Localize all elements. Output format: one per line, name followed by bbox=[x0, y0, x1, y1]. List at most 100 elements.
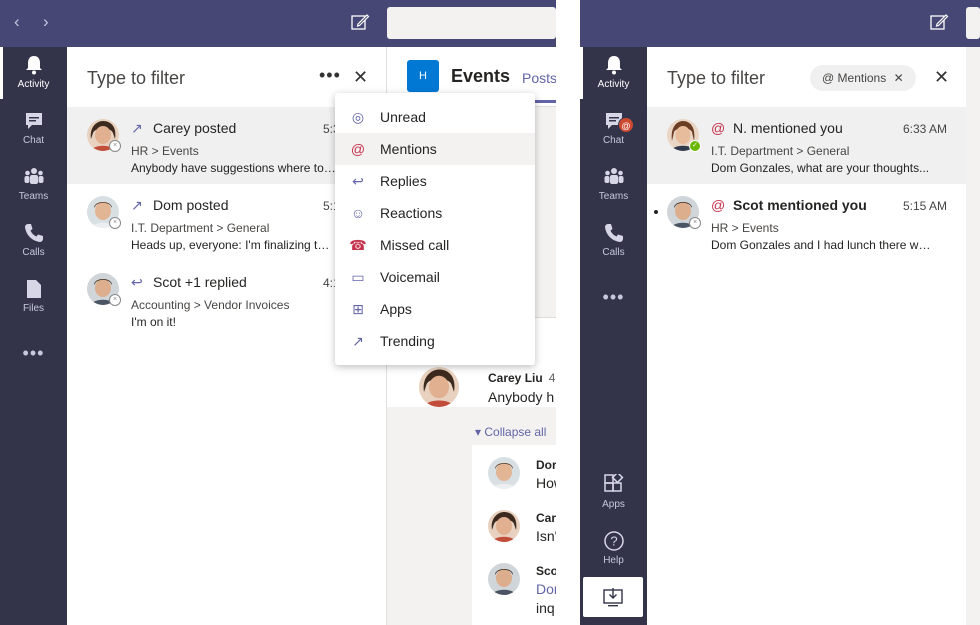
activity-item[interactable]: ✓ @ N. mentioned you 6:33 AM I.T. Departm… bbox=[647, 107, 980, 184]
activity-preview: Dom Gonzales and I had lunch there when.… bbox=[711, 238, 931, 252]
compose-icon[interactable] bbox=[929, 12, 949, 32]
activity-title: ↩ Scot +1 replied bbox=[131, 274, 247, 290]
activity-path: I.T. Department > General bbox=[711, 144, 850, 158]
rail-more-icon[interactable]: ••• bbox=[0, 343, 67, 364]
rail-calls-label: Calls bbox=[602, 247, 625, 258]
bell-icon bbox=[605, 56, 622, 75]
apps-icon bbox=[603, 474, 624, 492]
teams-icon bbox=[604, 168, 623, 184]
right-screenshot: Activity Chat Teams Calls ••• Apps ? Hel… bbox=[580, 0, 980, 625]
tab-posts[interactable]: Posts bbox=[522, 70, 556, 103]
more-options-icon[interactable]: ••• bbox=[319, 65, 341, 86]
phone-icon bbox=[24, 224, 43, 242]
avatar-dom bbox=[488, 457, 520, 489]
trending-icon: ↗ bbox=[131, 197, 143, 213]
presence-away-icon: × bbox=[109, 294, 121, 306]
rail-activity-label: Activity bbox=[597, 79, 630, 90]
filter-input[interactable]: Type to filter bbox=[667, 68, 765, 89]
activity-title: @ N. mentioned you bbox=[711, 120, 843, 136]
compose-icon[interactable] bbox=[350, 12, 370, 32]
rail-chat-label: Chat bbox=[602, 135, 625, 146]
menu-item-trending[interactable]: ↗ Trending bbox=[335, 325, 535, 357]
rail-files[interactable]: Files bbox=[0, 271, 67, 323]
menu-item-replies[interactable]: ↩ Replies bbox=[335, 165, 535, 197]
avatar-scot bbox=[488, 563, 520, 595]
at-icon: @ bbox=[711, 120, 726, 136]
back-arrow-icon[interactable]: ‹ bbox=[14, 12, 20, 32]
reply-author: Dor bbox=[536, 458, 556, 472]
eye-icon: ◎ bbox=[351, 109, 365, 125]
rail-calls[interactable]: Calls bbox=[580, 215, 647, 267]
activity-title: ↗ Carey posted bbox=[131, 120, 237, 136]
menu-item-unread[interactable]: ◎ Unread bbox=[335, 101, 535, 133]
collapse-all-link[interactable]: ▾ Collapse all bbox=[475, 425, 546, 439]
reply-author: Sco bbox=[536, 564, 556, 578]
activity-path: Accounting > Vendor Invoices bbox=[131, 298, 290, 312]
teams-icon bbox=[24, 168, 43, 184]
close-icon[interactable]: ✕ bbox=[934, 67, 949, 88]
menu-item-mentions[interactable]: @ Mentions bbox=[335, 133, 535, 165]
chip-close-icon[interactable]: ✕ bbox=[894, 71, 904, 85]
install-button[interactable] bbox=[583, 577, 643, 617]
missed-call-icon: ☎ bbox=[349, 237, 367, 253]
rail-apps[interactable]: Apps bbox=[580, 467, 647, 519]
svg-text:?: ? bbox=[610, 534, 617, 549]
search-box[interactable] bbox=[966, 7, 980, 39]
team-avatar: H bbox=[407, 60, 439, 92]
close-icon[interactable]: ✕ bbox=[353, 67, 368, 88]
help-icon: ? bbox=[603, 531, 624, 551]
presence-away-icon: × bbox=[109, 140, 121, 152]
mentions-feed: Type to filter @ Mentions ✕ ✕ ✓ @ N. ment… bbox=[647, 47, 980, 625]
at-icon: @ bbox=[822, 71, 835, 85]
rail-help[interactable]: ? Help bbox=[580, 523, 647, 575]
rail-chat[interactable]: Chat bbox=[580, 103, 647, 155]
rail-activity-label: Activity bbox=[17, 79, 50, 90]
divider bbox=[556, 0, 580, 625]
activity-title: @ Scot mentioned you bbox=[711, 197, 867, 213]
forward-arrow-icon[interactable]: › bbox=[43, 12, 49, 32]
title-bar: ‹ › bbox=[0, 0, 556, 47]
mentions-filter-chip[interactable]: @ Mentions ✕ bbox=[810, 65, 916, 91]
filter-input[interactable]: Type to filter bbox=[87, 68, 185, 89]
rail-chat[interactable]: Chat bbox=[0, 103, 67, 155]
rail-activity[interactable]: Activity bbox=[580, 47, 647, 99]
reply-text: Isn' bbox=[536, 528, 556, 544]
rail-teams[interactable]: Teams bbox=[0, 159, 67, 211]
post-text: Anybody h bbox=[488, 389, 555, 405]
voicemail-icon: ▭ bbox=[351, 269, 365, 285]
reply-mention[interactable]: Dor bbox=[536, 581, 556, 597]
rail-more-icon[interactable]: ••• bbox=[580, 287, 647, 308]
rail-teams-label: Teams bbox=[598, 191, 629, 202]
channel-title: Events bbox=[451, 66, 511, 86]
download-icon bbox=[603, 588, 623, 607]
rail-apps-label: Apps bbox=[602, 499, 625, 510]
activity-item[interactable]: × @ Scot mentioned you 5:15 AM HR > Event… bbox=[647, 184, 980, 261]
unread-indicator bbox=[654, 210, 658, 214]
post-author: Carey Liu 4 bbox=[488, 371, 556, 385]
activity-path: HR > Events bbox=[131, 144, 199, 158]
trending-icon: ↗ bbox=[131, 120, 143, 136]
reply-icon: ↩ bbox=[352, 173, 364, 189]
content-edge bbox=[966, 47, 980, 625]
smile-icon: ☺ bbox=[350, 205, 366, 221]
activity-time: 5:15 AM bbox=[903, 199, 948, 213]
menu-item-missed-call[interactable]: ☎ Missed call bbox=[335, 229, 535, 261]
search-box[interactable] bbox=[387, 7, 556, 39]
rail-calls[interactable]: Calls bbox=[0, 215, 67, 267]
rail-activity[interactable]: Activity bbox=[0, 47, 67, 99]
avatar-carey bbox=[419, 367, 459, 407]
feed-header: Type to filter @ Mentions ✕ ✕ bbox=[647, 47, 980, 107]
avatar-carey bbox=[488, 510, 520, 542]
activity-title: ↗ Dom posted bbox=[131, 197, 229, 213]
rail-teams[interactable]: Teams bbox=[580, 159, 647, 211]
menu-item-reactions[interactable]: ☺ Reactions bbox=[335, 197, 535, 229]
menu-item-apps[interactable]: ⊞ Apps bbox=[335, 293, 535, 325]
presence-away-icon: × bbox=[689, 217, 701, 229]
rail-chat-label: Chat bbox=[22, 135, 45, 146]
at-icon: @ bbox=[350, 141, 366, 157]
reply-text: How bbox=[536, 475, 556, 491]
at-icon: @ bbox=[711, 197, 726, 213]
rail-calls-label: Calls bbox=[22, 247, 45, 258]
menu-item-voicemail[interactable]: ▭ Voicemail bbox=[335, 261, 535, 293]
apps-icon: ⊞ bbox=[352, 301, 364, 317]
